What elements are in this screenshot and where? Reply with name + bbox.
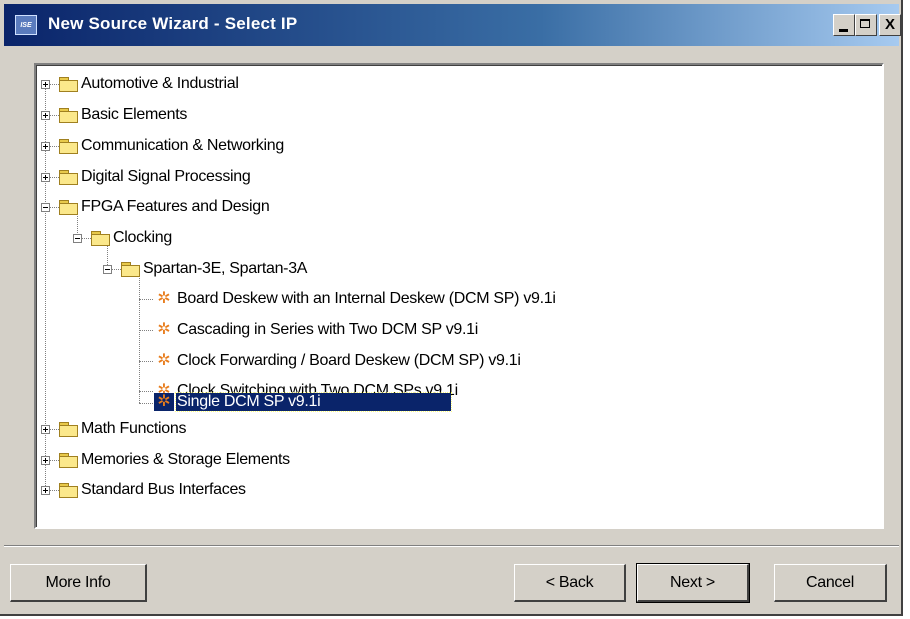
tree-item-automotive-industrial[interactable]: Automotive & Industrial: [41, 72, 240, 96]
ip-core-icon: ✲: [157, 352, 171, 369]
folder-icon: [59, 199, 78, 215]
ip-tree[interactable]: Automotive & Industrial Basic Elements C…: [34, 63, 884, 529]
tree-connector: [50, 83, 59, 85]
folder-icon: [121, 261, 140, 277]
tree-item-label: Communication & Networking: [81, 137, 284, 154]
cancel-label: Cancel: [805, 573, 854, 591]
tree-connector: [50, 206, 59, 208]
folder-icon: [59, 421, 78, 437]
tree-item-standard-bus-interfaces[interactable]: Standard Bus Interfaces: [41, 478, 247, 502]
tree-connector: [82, 237, 91, 239]
tree-item-label: Spartan-3E, Spartan-3A: [143, 260, 308, 277]
minimize-icon: [839, 29, 848, 32]
plus-expander-icon[interactable]: [41, 485, 50, 495]
ip-core-icon: ✲: [157, 290, 171, 307]
tree-connector: [50, 428, 59, 430]
ip-core-clock-forwarding[interactable]: ✲ Clock Forwarding / Board Deskew (DCM S…: [154, 349, 522, 373]
ip-core-icon: ✲: [154, 393, 174, 411]
ip-core-icon: ✲: [157, 321, 171, 338]
maximize-button[interactable]: [855, 14, 877, 36]
back-label: < Back: [545, 573, 594, 591]
tree-item-label: FPGA Features and Design: [81, 198, 270, 215]
ip-core-single-dcm-sp[interactable]: ✲ Single DCM SP v9.1i: [154, 390, 453, 414]
tree-item-label: Standard Bus Interfaces: [81, 481, 246, 498]
back-button[interactable]: < Back: [514, 564, 626, 602]
tree-item-memories-storage[interactable]: Memories & Storage Elements: [41, 448, 291, 472]
plus-expander-icon[interactable]: [41, 424, 50, 434]
cancel-button[interactable]: Cancel: [774, 564, 887, 602]
tree-connector: [50, 459, 59, 461]
more-info-button[interactable]: More Info: [10, 564, 147, 602]
folder-icon: [59, 107, 78, 123]
more-info-label: More Info: [45, 573, 111, 591]
tree-item-math-functions[interactable]: Math Functions: [41, 417, 187, 441]
tree-connector: [50, 489, 59, 491]
tree-item-label: Math Functions: [81, 420, 187, 437]
wizard-window: ISE New Source Wizard - Select IP X Auto…: [0, 0, 903, 616]
folder-icon: [59, 482, 78, 498]
minus-expander-icon[interactable]: [41, 202, 50, 212]
ip-core-cascading-series[interactable]: ✲ Cascading in Series with Two DCM SP v9…: [154, 318, 479, 342]
tree-connector: [50, 145, 59, 147]
minus-expander-icon[interactable]: [103, 264, 112, 274]
folder-icon: [91, 230, 110, 246]
tree-connector: [139, 299, 153, 300]
tree-connector: [139, 361, 153, 362]
close-icon: X: [884, 16, 895, 33]
tree-item-label: Automotive & Industrial: [81, 75, 239, 92]
ise-app-icon: ISE: [15, 15, 37, 35]
ip-core-board-deskew[interactable]: ✲ Board Deskew with an Internal Deskew (…: [154, 287, 557, 311]
tree-item-label: Board Deskew with an Internal Deskew (DC…: [177, 290, 556, 307]
folder-icon: [59, 452, 78, 468]
minus-expander-icon[interactable]: [73, 233, 82, 243]
tree-item-spartan-3e-3a[interactable]: Spartan-3E, Spartan-3A: [103, 257, 308, 281]
plus-expander-icon[interactable]: [41, 141, 50, 151]
folder-icon: [59, 76, 78, 92]
tree-item-basic-elements[interactable]: Basic Elements: [41, 103, 188, 127]
plus-expander-icon[interactable]: [41, 172, 50, 182]
tree-connector: [139, 273, 140, 403]
tree-item-communication-networking[interactable]: Communication & Networking: [41, 134, 285, 158]
separator: [4, 545, 899, 547]
tree-item-label: Digital Signal Processing: [81, 168, 251, 185]
tree-item-label: Clocking: [113, 229, 172, 246]
folder-icon: [59, 138, 78, 154]
tree-item-label: Single DCM SP v9.1i: [174, 392, 453, 412]
minimize-button[interactable]: [833, 14, 855, 36]
tree-item-clocking[interactable]: Clocking: [73, 226, 173, 250]
plus-expander-icon[interactable]: [41, 110, 50, 120]
close-button[interactable]: X: [879, 14, 901, 36]
plus-expander-icon[interactable]: [41, 455, 50, 465]
tree-item-label: Memories & Storage Elements: [81, 451, 290, 468]
tree-connector: [50, 176, 59, 178]
tree-item-label: Basic Elements: [81, 106, 188, 123]
tree-connector: [139, 403, 153, 404]
next-button[interactable]: Next >: [636, 563, 750, 603]
tree-item-digital-signal-processing[interactable]: Digital Signal Processing: [41, 165, 251, 189]
tree-connector: [50, 114, 59, 116]
plus-expander-icon[interactable]: [41, 79, 50, 89]
title-bar[interactable]: ISE New Source Wizard - Select IP X: [4, 4, 901, 46]
tree-connector: [112, 268, 121, 270]
tree-connector: [139, 391, 153, 392]
tree-item-label: Cascading in Series with Two DCM SP v9.1…: [177, 321, 479, 338]
next-label: Next >: [670, 573, 715, 591]
tree-connector: [139, 330, 153, 331]
tree-item-fpga-features-design[interactable]: FPGA Features and Design: [41, 195, 270, 219]
tree-item-label: Clock Forwarding / Board Deskew (DCM SP)…: [177, 352, 521, 369]
window-title: New Source Wizard - Select IP: [48, 14, 298, 33]
maximize-icon: [860, 19, 870, 28]
folder-icon: [59, 169, 78, 185]
